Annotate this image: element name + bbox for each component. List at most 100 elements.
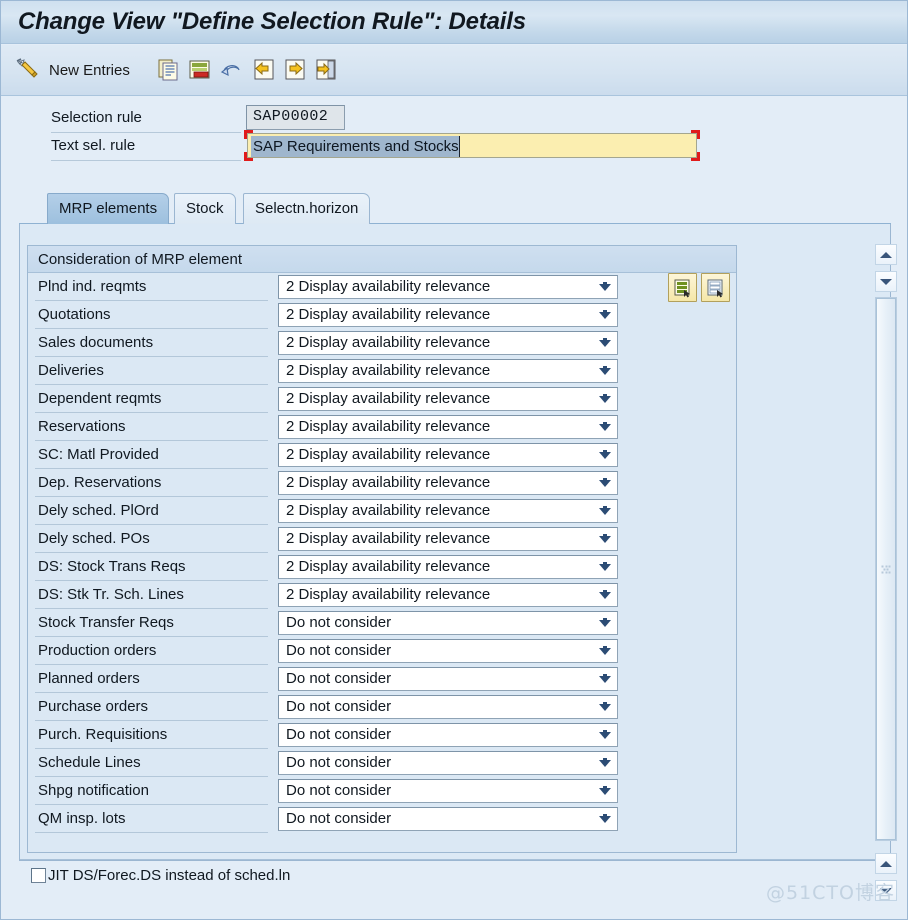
tab-selectn-horizon[interactable]: Selectn.horizon [243, 193, 371, 224]
row-dropdown[interactable]: 2 Display availability relevance [278, 555, 618, 579]
row-dropdown[interactable]: 2 Display availability relevance [278, 527, 618, 551]
row-dropdown[interactable]: 2 Display availability relevance [278, 471, 618, 495]
chevron-down-icon [599, 536, 611, 543]
chevron-down-icon [599, 704, 611, 711]
table-row: DS: Stock Trans Reqs 2 Display availabili… [28, 553, 736, 581]
row-dropdown-value: Do not consider [286, 670, 392, 687]
chevron-down-icon [599, 816, 611, 823]
row-label: Purch. Requisitions [38, 726, 168, 743]
focus-bracket [697, 130, 700, 139]
row-dropdown[interactable]: 2 Display availability relevance [278, 303, 618, 327]
chevron-down-icon [599, 788, 611, 795]
row-dropdown[interactable]: Do not consider [278, 667, 618, 691]
next-entry-icon[interactable] [282, 55, 308, 85]
undo-icon[interactable] [218, 55, 244, 85]
chevron-down-icon [599, 396, 611, 403]
new-entries-button[interactable]: New Entries [49, 55, 130, 85]
chevron-down-icon [599, 648, 611, 655]
focus-bracket [244, 152, 247, 161]
selection-rule-label: Selection rule [51, 109, 142, 126]
row-dropdown-value: 2 Display availability relevance [286, 334, 491, 351]
chevron-down-icon [599, 760, 611, 767]
table-row: Production orders Do not consider [28, 637, 736, 665]
row-dropdown-value: 2 Display availability relevance [286, 278, 491, 295]
row-dropdown[interactable]: 2 Display availability relevance [278, 443, 618, 467]
row-label: Dep. Reservations [38, 474, 162, 491]
row-dropdown[interactable]: Do not consider [278, 779, 618, 803]
table-row: Dep. Reservations 2 Display availability … [28, 469, 736, 497]
row-dropdown[interactable]: Do not consider [278, 639, 618, 663]
delete-row-icon[interactable] [187, 55, 213, 85]
row-label: Purchase orders [38, 698, 149, 715]
row-action-buttons [668, 273, 730, 302]
previous-entry-icon[interactable] [251, 55, 277, 85]
jit-ds-checkbox[interactable] [31, 868, 46, 883]
row-dropdown[interactable]: 2 Display availability relevance [278, 387, 618, 411]
select-all-icon[interactable] [668, 273, 697, 302]
row-label: Reservations [38, 418, 126, 435]
row-dropdown-value: Do not consider [286, 642, 392, 659]
tab-stock[interactable]: Stock [174, 193, 236, 224]
row-label: Dely sched. PlOrd [38, 502, 159, 519]
vertical-scrollbar-thumb[interactable] [876, 298, 896, 840]
row-dropdown[interactable]: 2 Display availability relevance [278, 415, 618, 439]
goto-entry-icon[interactable] [313, 55, 339, 85]
copy-icon[interactable] [156, 55, 182, 85]
row-dropdown-value: 2 Display availability relevance [286, 530, 491, 547]
row-dropdown-value: 2 Display availability relevance [286, 362, 491, 379]
pencil-edit-icon[interactable] [13, 55, 41, 85]
text-sel-rule-row: Text sel. rule SAP Requirements and Stoc… [1, 130, 907, 161]
row-dropdown[interactable]: 2 Display availability relevance [278, 359, 618, 383]
text-sel-rule-input[interactable]: SAP Requirements and Stocks [247, 133, 697, 158]
row-label: DS: Stk Tr. Sch. Lines [38, 586, 184, 603]
table-row: SC: Matl Provided 2 Display availability … [28, 441, 736, 469]
chevron-down-icon [880, 278, 892, 285]
table-row: QM insp. lots Do not consider [28, 805, 736, 833]
scroll-up-button-bottom[interactable] [875, 853, 897, 874]
table-row: Reservations 2 Display availability relev… [28, 413, 736, 441]
row-dropdown-value: 2 Display availability relevance [286, 306, 491, 323]
table-row: DS: Stk Tr. Sch. Lines 2 Display availabi… [28, 581, 736, 609]
chevron-down-icon [599, 340, 611, 347]
row-label: Stock Transfer Reqs [38, 614, 174, 631]
row-dropdown-value: 2 Display availability relevance [286, 474, 491, 491]
jit-ds-checkbox-row[interactable]: JIT DS/Forec.DS instead of sched.ln [31, 867, 290, 884]
row-dropdown[interactable]: 2 Display availability relevance [278, 275, 618, 299]
chevron-up-icon [880, 251, 892, 258]
mrp-element-group: Consideration of MRP element Plnd ind. r… [27, 245, 737, 853]
row-dropdown[interactable]: 2 Display availability relevance [278, 331, 618, 355]
row-dropdown[interactable]: Do not consider [278, 723, 618, 747]
table-row: Sales documents 2 Display availability re… [28, 329, 736, 357]
jit-ds-checkbox-label: JIT DS/Forec.DS instead of sched.ln [48, 867, 291, 884]
chevron-down-icon [599, 424, 611, 431]
row-dropdown-value: 2 Display availability relevance [286, 502, 491, 519]
table-row: Dely sched. PlOrd 2 Display availability … [28, 497, 736, 525]
watermark: @51CTO博客 [765, 882, 895, 904]
row-label: Quotations [38, 306, 111, 323]
row-dropdown[interactable]: Do not consider [278, 695, 618, 719]
vertical-scrollbar-track[interactable] [875, 297, 897, 841]
chevron-down-icon [599, 284, 611, 291]
table-row: Purchase orders Do not consider [28, 693, 736, 721]
row-label: DS: Stock Trans Reqs [38, 558, 186, 575]
row-dropdown-value: Do not consider [286, 726, 392, 743]
page-title: Change View "Define Selection Rule": Det… [18, 8, 526, 35]
header-form: Selection rule SAP00002 Text sel. rule S… [1, 97, 907, 177]
deselect-all-icon[interactable] [701, 273, 730, 302]
row-dropdown-value: Do not consider [286, 810, 392, 827]
row-dropdown-value: 2 Display availability relevance [286, 558, 491, 575]
row-dropdown-value: 2 Display availability relevance [286, 446, 491, 463]
row-dropdown[interactable]: Do not consider [278, 807, 618, 831]
tab-label: Stock [186, 199, 224, 217]
tab-mrp-elements[interactable]: MRP elements [47, 193, 170, 224]
row-dropdown[interactable]: Do not consider [278, 751, 618, 775]
row-dropdown[interactable]: Do not consider [278, 611, 618, 635]
scroll-down-button-top[interactable] [875, 271, 897, 292]
chevron-down-icon [599, 312, 611, 319]
scroll-up-button-top[interactable] [875, 244, 897, 265]
chevron-down-icon [599, 592, 611, 599]
row-dropdown[interactable]: 2 Display availability relevance [278, 583, 618, 607]
chevron-down-icon [599, 564, 611, 571]
row-dropdown[interactable]: 2 Display availability relevance [278, 499, 618, 523]
row-label: Sales documents [38, 334, 154, 351]
